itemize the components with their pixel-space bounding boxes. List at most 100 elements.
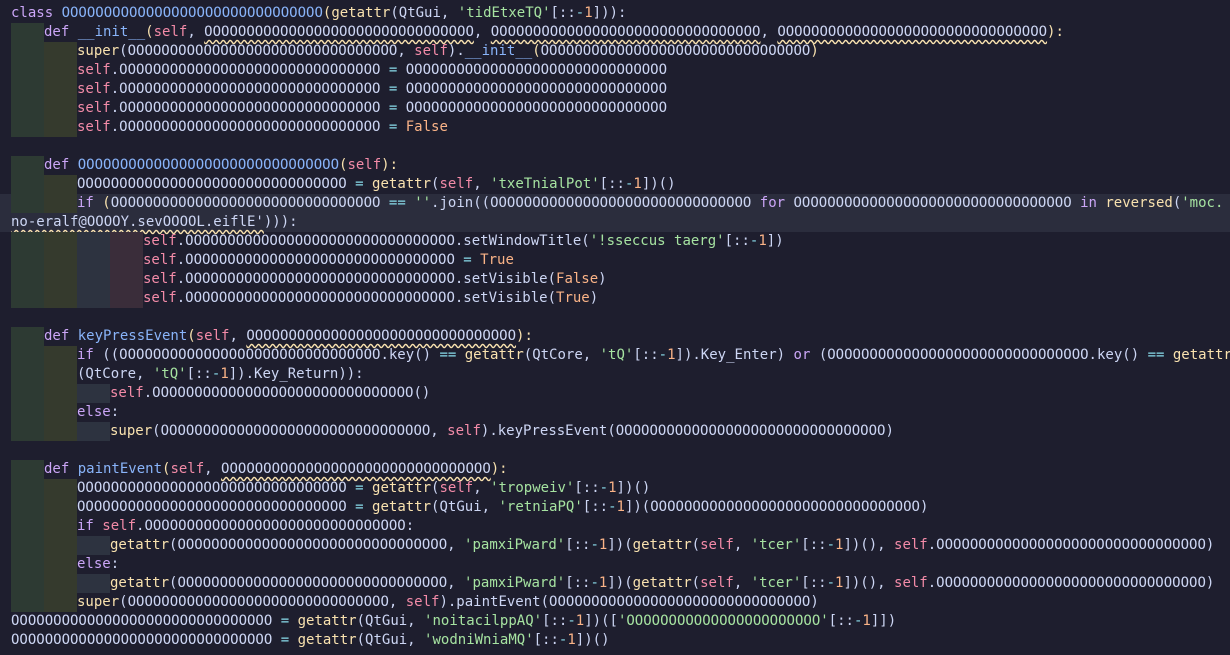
code-text: self.OOOOOOOOOOOOOOOOOOOOOOOOOOOOOOO(): [110, 385, 430, 401]
indent-guide: [44, 194, 77, 213]
code-text: self.OOOOOOOOOOOOOOOOOOOOOOOOOOOOOOOO.se…: [143, 290, 598, 306]
code-token: ))):: [263, 214, 298, 230]
code-line[interactable]: OOOOOOOOOOOOOOOOOOOOOOOOOOOOOOO = getatt…: [0, 612, 1230, 631]
code-line[interactable]: OOOOOOOOOOOOOOOOOOOOOOOOOOOOOOOO = getat…: [0, 498, 1230, 517]
indent-guide: [44, 61, 77, 80]
code-line[interactable]: (QtCore, 'tQ'[::-1]).Key_Return)):: [0, 365, 1230, 384]
code-line[interactable]: self.OOOOOOOOOOOOOOOOOOOOOOOOOOOOOOO = O…: [0, 80, 1230, 99]
indent-guide: [11, 365, 44, 384]
code-token: 'noitacilppAQ': [424, 613, 543, 629]
code-token: def: [44, 328, 78, 344]
code-token: ])(OOOOOOOOOOOOOOOOOOOOOOOOOOOOOOOO): [624, 499, 929, 515]
code-text: self.OOOOOOOOOOOOOOOOOOOOOOOOOOOOOOO = O…: [77, 62, 667, 78]
code-token: OOOOOOOOOOOOOOOOOOOOOOOOOOOOOOO: [397, 81, 668, 97]
code-line[interactable]: no-eralf@OOOOY.sevOOOOL.eiflE'))):: [0, 213, 1230, 232]
code-line[interactable]: getattr(OOOOOOOOOOOOOOOOOOOOOOOOOOOOOOOO…: [0, 574, 1230, 593]
code-line[interactable]: else:: [0, 555, 1230, 574]
code-line[interactable]: self.OOOOOOOOOOOOOOOOOOOOOOOOOOOOOOOO = …: [0, 251, 1230, 270]
indent-guide: [11, 42, 44, 61]
code-token: ,: [473, 480, 491, 496]
code-token: (: [532, 43, 541, 59]
indent-guide: [11, 574, 44, 593]
code-token: (: [119, 43, 128, 59]
code-line[interactable]: super(OOOOOOOOOOOOOOOOOOOOOOOOOOOOOOOO, …: [0, 422, 1230, 441]
code-token: 'retniaPQ': [498, 499, 583, 515]
code-token: -: [590, 575, 599, 591]
code-token: ).paintEvent(OOOOOOOOOOOOOOOOOOOOOOOOOOO…: [439, 594, 819, 610]
code-line[interactable]: if ((OOOOOOOOOOOOOOOOOOOOOOOOOOOOOOO.key…: [0, 346, 1230, 365]
code-line[interactable]: self.OOOOOOOOOOOOOOOOOOOOOOOOOOOOOOO(): [0, 384, 1230, 403]
indent-guide: [11, 327, 44, 346]
indent-guide: [11, 536, 44, 555]
code-line[interactable]: OOOOOOOOOOOOOOOOOOOOOOOOOOOOOOO = getatt…: [0, 631, 1230, 650]
code-token: .OOOOOOOOOOOOOOOOOOOOOOOOOOOOOOOO.setVis…: [176, 290, 557, 306]
code-line[interactable]: OOOOOOOOOOOOOOOOOOOOOOOOOOOOOOOO = getat…: [0, 175, 1230, 194]
code-token: 'txeTnialPot': [490, 176, 600, 192]
code-line[interactable]: [0, 308, 1230, 327]
code-line[interactable]: else:: [0, 403, 1230, 422]
code-line[interactable]: def OOOOOOOOOOOOOOOOOOOOOOOOOOOOOOO(self…: [0, 156, 1230, 175]
indent-guide: [44, 517, 77, 536]
code-token: ): [589, 290, 599, 306]
code-token: =: [355, 480, 364, 496]
code-token: paintEvent: [77, 461, 163, 477]
code-token: False: [556, 271, 599, 287]
code-line[interactable]: if self.OOOOOOOOOOOOOOOOOOOOOOOOOOOOOOO:: [0, 517, 1230, 536]
code-line[interactable]: self.OOOOOOOOOOOOOOOOOOOOOOOOOOOOOOO = O…: [0, 61, 1230, 80]
code-token: OOOOOOOOOOOOOOOOOOOOOOOOOOOOOOOO: [77, 499, 356, 515]
code-editor[interactable]: class OOOOOOOOOOOOOOOOOOOOOOOOOOOOOOO(ge…: [0, 0, 1230, 655]
code-line[interactable]: OOOOOOOOOOOOOOOOOOOOOOOOOOOOOOOO = getat…: [0, 479, 1230, 498]
code-token: .OOOOOOOOOOOOOOOOOOOOOOOOOOOOOOOO: [176, 252, 464, 268]
indent-guide: [110, 289, 143, 308]
code-token: (QtCore,: [77, 366, 153, 382]
code-token: )): [601, 5, 618, 21]
code-token: =: [280, 613, 290, 629]
indent-guide: [11, 80, 44, 99]
code-line[interactable]: def __init__(self, OOOOOOOOOOOOOOOOOOOOO…: [0, 23, 1230, 42]
indent-guide: [44, 251, 77, 270]
code-token: [::: [533, 632, 559, 648]
code-line[interactable]: def paintEvent(self, OOOOOOOOOOOOOOOOOOO…: [0, 460, 1230, 479]
code-token: else: [77, 556, 111, 572]
indent-guide: [44, 42, 77, 61]
code-token: for: [759, 195, 794, 211]
code-line[interactable]: super(OOOOOOOOOOOOOOOOOOOOOOOOOOOOOOO, s…: [0, 593, 1230, 612]
code-line[interactable]: self.OOOOOOOOOOOOOOOOOOOOOOOOOOOOOOOO.se…: [0, 232, 1230, 251]
indent-guide: [77, 536, 110, 555]
code-text: def keyPressEvent(self, OOOOOOOOOOOOOOOO…: [44, 328, 533, 344]
code-line[interactable]: self.OOOOOOOOOOOOOOOOOOOOOOOOOOOOOOO = O…: [0, 99, 1230, 118]
code-token: ).: [447, 43, 465, 59]
code-token: ]).Key_Enter): [675, 347, 794, 363]
code-line[interactable]: self.OOOOOOOOOOOOOOOOOOOOOOOOOOOOOOOO.se…: [0, 289, 1230, 308]
indent-guide: [44, 536, 77, 555]
code-line[interactable]: [0, 137, 1230, 156]
code-line[interactable]: self.OOOOOOOOOOOOOOOOOOOOOOOOOOOOOOO = F…: [0, 118, 1230, 137]
code-line[interactable]: self.OOOOOOOOOOOOOOOOOOOOOOOOOOOOOOOO.se…: [0, 270, 1230, 289]
code-token: (QtGui,: [431, 499, 499, 515]
code-text: OOOOOOOOOOOOOOOOOOOOOOOOOOOOOOOO = getat…: [77, 176, 676, 192]
code-token: [::: [574, 480, 600, 496]
indent-guide: [77, 289, 110, 308]
code-token: self: [195, 328, 230, 344]
code-token: ,: [733, 575, 751, 591]
indent-guide: [11, 118, 44, 137]
code-token: super: [110, 423, 153, 439]
indent-guide: [11, 194, 44, 213]
indent-guide: [44, 593, 77, 612]
code-line[interactable]: [0, 441, 1230, 460]
code-token: -: [567, 613, 576, 629]
code-line[interactable]: super(OOOOOOOOOOOOOOOOOOOOOOOOOOOOOOOO, …: [0, 42, 1230, 61]
code-token: OOOOOOOOOOOOOOOOOOOOOOOOOOOOOOOO: [540, 43, 811, 59]
code-token: ):: [516, 328, 533, 344]
indent-guide: [11, 403, 44, 422]
code-line[interactable]: getattr(OOOOOOOOOOOOOOOOOOOOOOOOOOOOOOOO…: [0, 536, 1230, 555]
code-token: ,: [187, 24, 205, 40]
code-token: 'pamxiPward': [464, 537, 566, 553]
code-line[interactable]: if (OOOOOOOOOOOOOOOOOOOOOOOOOOOOOOOO == …: [0, 194, 1230, 213]
indent-guide: [44, 555, 77, 574]
code-token: 1: [616, 499, 625, 515]
code-line[interactable]: class OOOOOOOOOOOOOOOOOOOOOOOOOOOOOOO (ge…: [0, 4, 1230, 23]
code-token: ,: [733, 537, 751, 553]
code-line[interactable]: def keyPressEvent(self, OOOOOOOOOOOOOOOO…: [0, 327, 1230, 346]
